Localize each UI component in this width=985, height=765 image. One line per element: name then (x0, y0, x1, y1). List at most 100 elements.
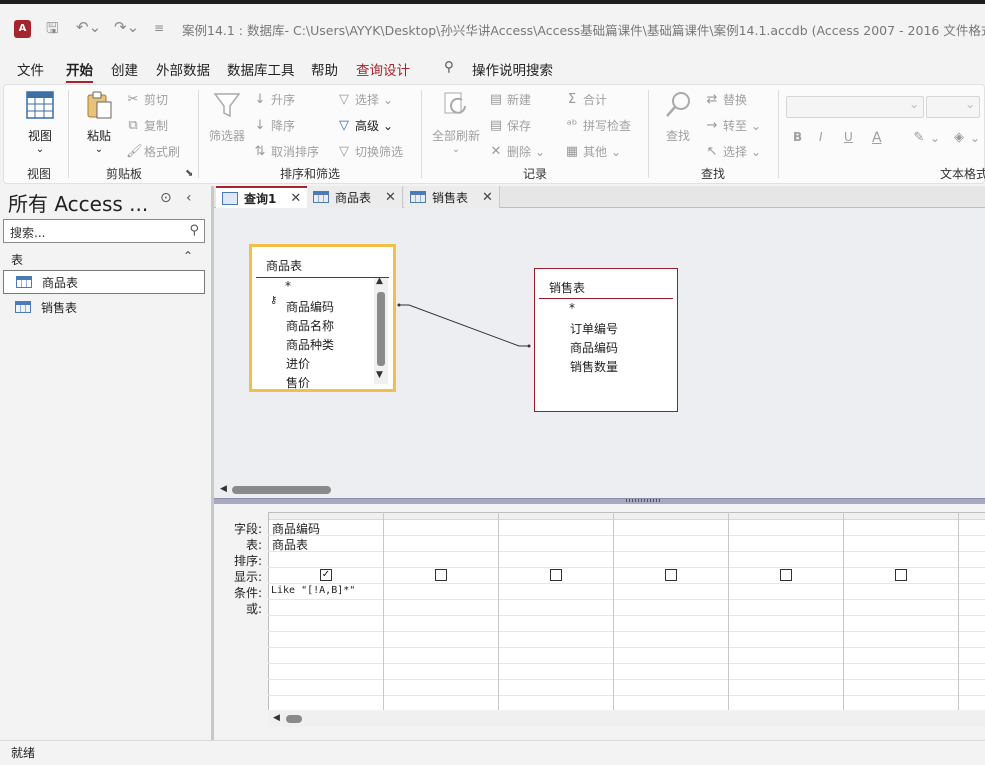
redo-icon[interactable]: ↷⌄ (114, 18, 139, 36)
nav-menu-dropdown-icon[interactable]: ⊙ (160, 190, 172, 206)
chevron-up-icon[interactable]: ⌃ (183, 249, 193, 263)
selection-filter-icon: ▽ (339, 92, 349, 107)
tab-label: 销售表 (432, 190, 469, 205)
grid-table-cell[interactable]: 商品表 (272, 536, 308, 553)
tab-sales-table[interactable]: 销售表 ✕ (404, 186, 500, 208)
fill-color-button[interactable]: ◈ ⌄ (952, 130, 980, 145)
scrollbar-thumb[interactable] (286, 715, 302, 723)
show-checkbox[interactable] (665, 569, 677, 581)
tell-me-search[interactable]: 操作说明搜索 (472, 59, 553, 79)
show-checkbox[interactable] (435, 569, 447, 581)
format-painter-button[interactable]: 🖌 格式刷 (126, 143, 180, 160)
goto-button[interactable]: → 转至 ⌄ (705, 117, 762, 134)
show-checkbox[interactable] (550, 569, 562, 581)
show-checkbox-checked[interactable]: ✓ (320, 569, 332, 581)
pointer-icon: ↖ (706, 144, 718, 159)
nav-item-sales-table[interactable]: 销售表 (3, 295, 205, 319)
scroll-up-icon[interactable]: ▲ (376, 276, 383, 286)
cut-button[interactable]: ✂ 剪切 (126, 91, 168, 108)
paste-button[interactable]: 粘贴 ⌄ (82, 90, 116, 155)
sort-ascending-button[interactable]: ↓ 升序 (253, 91, 295, 108)
field-item[interactable]: 售价 (286, 374, 310, 391)
field-list-scrollbar[interactable]: ▲ ▼ (374, 276, 388, 384)
replace-button[interactable]: ⇄ 替换 (705, 91, 747, 108)
refresh-all-button[interactable]: 全部刷新 ⌄ (430, 90, 482, 155)
field-item[interactable]: 商品编码 (286, 298, 334, 315)
bold-button[interactable]: B (793, 130, 802, 144)
menu-file[interactable]: 文件 (17, 59, 44, 79)
collapse-pane-icon[interactable]: ‹ (186, 190, 192, 206)
close-icon[interactable]: ✕ (482, 190, 493, 205)
delete-record-button[interactable]: ✕ 删除 ⌄ (489, 143, 546, 160)
tab-query1[interactable]: 查询1 ✕ (216, 186, 309, 208)
totals-button[interactable]: Σ 合计 (565, 91, 607, 108)
field-item[interactable]: * (569, 301, 575, 315)
highlight-button[interactable]: ✎ ⌄ (912, 130, 941, 145)
scroll-left-icon[interactable]: ◀ (220, 484, 227, 494)
font-name-combo[interactable] (786, 96, 924, 118)
status-text: 就绪 (11, 746, 36, 760)
view-button[interactable]: 视图 ⌄ (22, 90, 58, 155)
access-app-icon[interactable]: A (14, 20, 31, 38)
nav-item-goods-table[interactable]: 商品表 (3, 270, 205, 294)
field-list-divider (256, 277, 389, 278)
menu-query-design[interactable]: 查询设计 (356, 59, 410, 79)
menu-home[interactable]: 开始 (66, 59, 93, 83)
grid-field-cell[interactable]: 商品编码 (272, 520, 320, 537)
menu-external-data[interactable]: 外部数据 (156, 59, 210, 79)
column-selector-bar[interactable] (269, 513, 985, 520)
field-item[interactable]: 商品编码 (570, 339, 618, 356)
scrollbar-thumb[interactable] (232, 486, 331, 494)
upper-pane-hscrollbar[interactable]: ◀ (216, 483, 985, 497)
undo-icon[interactable]: ↶⌄ (76, 18, 101, 36)
copy-button[interactable]: ⧉ 复制 (126, 117, 168, 134)
field-item[interactable]: 销售数量 (570, 358, 618, 375)
advanced-filter-button[interactable]: ▽ 高级 ⌄ (337, 117, 393, 134)
find-button[interactable]: 查找 (660, 90, 696, 144)
font-color-button[interactable]: A (872, 130, 882, 146)
save-icon[interactable]: 🖫 (46, 18, 59, 43)
save-record-button[interactable]: ▤ 保存 (489, 117, 531, 134)
relationship-join-line[interactable] (395, 300, 535, 350)
grid-column-line (958, 512, 959, 710)
select-button[interactable]: ↖ 选择 ⌄ (705, 143, 762, 160)
show-checkbox[interactable] (895, 569, 907, 581)
italic-button[interactable]: I (819, 130, 823, 144)
selection-filter-button[interactable]: ▽ 选择 ⌄ (337, 91, 393, 108)
nav-section-tables[interactable]: 表 (11, 251, 23, 268)
view-button-label: 视图 (27, 129, 52, 143)
grid-criteria-cell[interactable]: Like "[!A,B]*" (271, 585, 355, 596)
close-icon[interactable]: ✕ (290, 191, 301, 206)
grid-hscrollbar[interactable]: ◀ (268, 711, 985, 727)
filter-button[interactable]: 筛选器 (206, 90, 248, 144)
spelling-button[interactable]: ᵃᵇ 拼写检查 (565, 117, 631, 134)
field-item[interactable]: * (285, 279, 291, 293)
sort-descending-button[interactable]: ↓ 降序 (253, 117, 295, 134)
tab-goods-table[interactable]: 商品表 ✕ (307, 186, 403, 208)
more-button[interactable]: ▦ 其他 ⌄ (565, 143, 621, 160)
new-record-button[interactable]: ▤ 新建 (489, 91, 531, 108)
dialog-launcher-icon[interactable]: ⬊ (185, 168, 193, 179)
tab-label: 查询1 (244, 191, 277, 206)
scrollbar-thumb[interactable] (377, 292, 385, 366)
field-item[interactable]: 进价 (286, 355, 310, 372)
menu-database-tools[interactable]: 数据库工具 (227, 59, 295, 79)
toggle-filter-button[interactable]: ▽ 切换筛选 (337, 143, 403, 160)
font-size-combo[interactable] (926, 96, 980, 118)
field-item[interactable]: 商品名称 (286, 317, 334, 334)
toggle-filter-icon: ▽ (339, 144, 349, 159)
nav-search-input[interactable]: 搜索... ⚲ (3, 219, 205, 243)
scroll-down-icon[interactable]: ▼ (376, 370, 383, 380)
menu-help[interactable]: 帮助 (311, 59, 338, 79)
ribbon-divider (68, 90, 69, 178)
customize-qat-icon[interactable]: ≡ (154, 21, 164, 35)
clear-sort-button[interactable]: ⇅ 取消排序 (253, 143, 319, 160)
close-icon[interactable]: ✕ (385, 190, 396, 205)
menu-create[interactable]: 创建 (111, 59, 138, 79)
scroll-left-icon[interactable]: ◀ (273, 713, 280, 723)
nav-pane-title[interactable]: 所有 Access ... (8, 188, 148, 217)
field-item[interactable]: 订单编号 (570, 320, 618, 337)
field-item[interactable]: 商品种类 (286, 336, 334, 353)
show-checkbox[interactable] (780, 569, 792, 581)
underline-button[interactable]: U (844, 130, 853, 144)
